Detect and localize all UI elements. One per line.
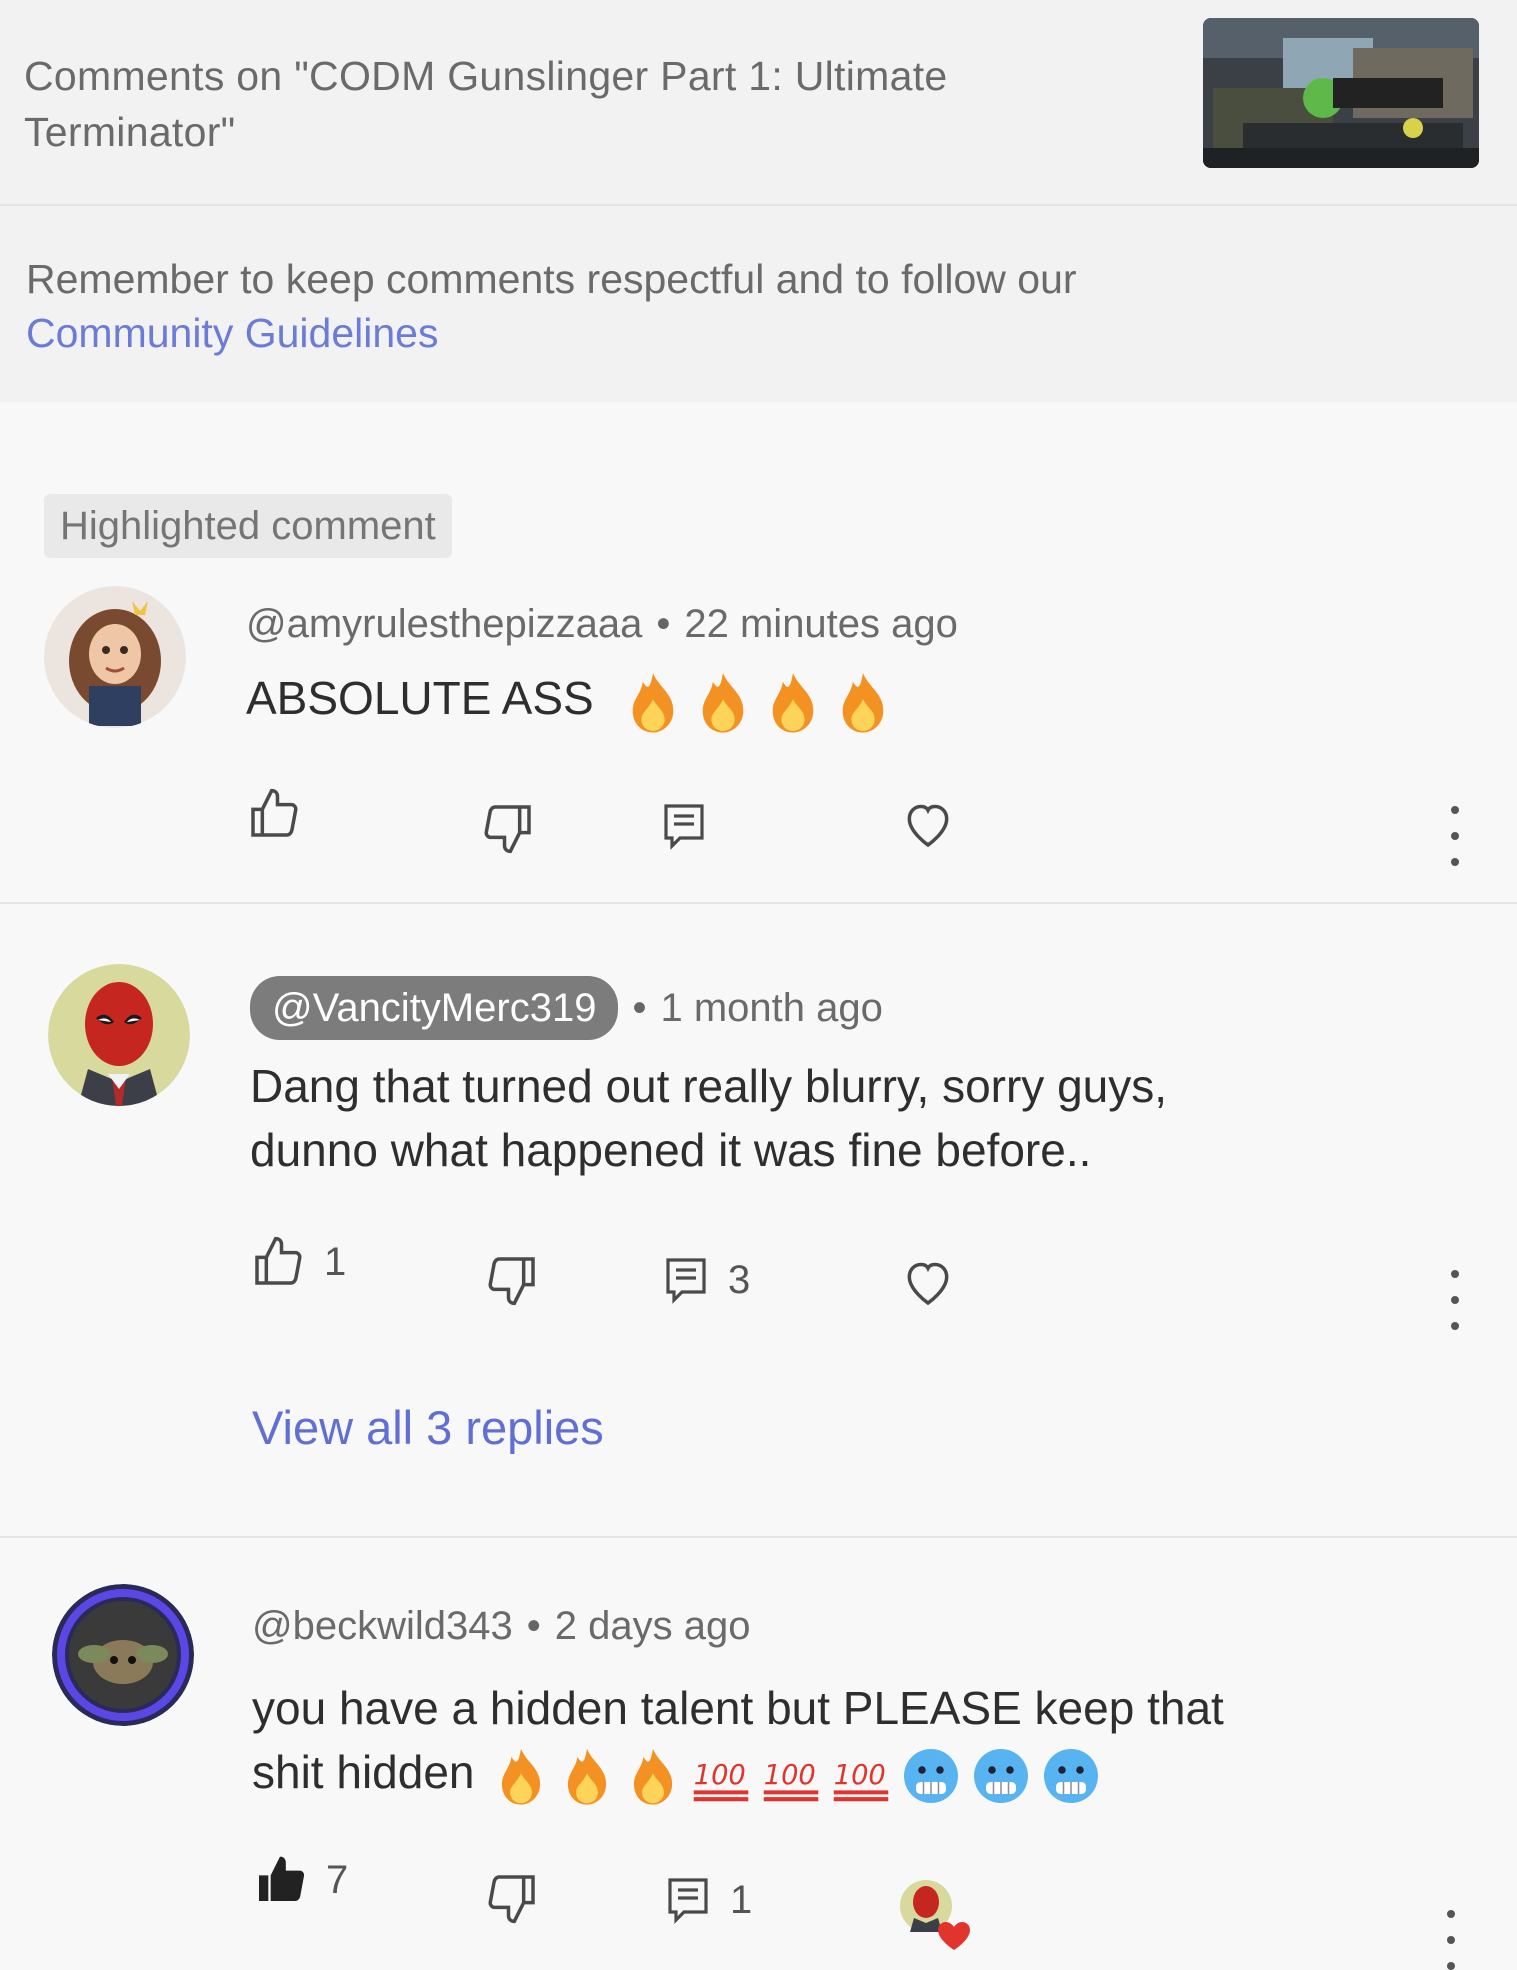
comment-text-body: shit hidden: [252, 1746, 475, 1798]
more-icon-dot: [1447, 1936, 1455, 1944]
comment-time: 1 month ago: [660, 986, 883, 1030]
fire-emoji-icon: [843, 672, 884, 733]
reply-icon: [666, 1258, 706, 1304]
more-icon-dot: [1451, 1270, 1459, 1278]
reply-button[interactable]: [660, 800, 708, 852]
like-count: 1: [324, 1239, 347, 1284]
fire-emoji-icon: [568, 1748, 607, 1805]
heart-button[interactable]: [900, 1254, 956, 1310]
fire-emoji-icon: [773, 672, 814, 733]
like-button[interactable]: 1: [250, 1234, 346, 1290]
hundred-points-emoji-icon: 100: [834, 1760, 889, 1802]
more-icon-dot: [1447, 1962, 1455, 1970]
separator-dot: •: [656, 602, 671, 646]
reply-count: 1: [730, 1877, 753, 1922]
like-button[interactable]: 7: [252, 1852, 348, 1908]
heart-icon: [907, 1262, 949, 1306]
more-icon-dot: [1451, 1322, 1459, 1330]
comment-author[interactable]: @amyrulesthepizzaaa: [246, 602, 642, 646]
creator-hearted-icon: [900, 1880, 970, 1950]
cold-face-emoji-icon: [904, 1748, 959, 1803]
svg-text:100: 100: [764, 1760, 816, 1791]
view-replies-link[interactable]: View all 3 replies: [252, 1400, 604, 1455]
comment-text-line-2: shit hidden 100 100 100: [252, 1740, 1472, 1806]
comment-time: 22 minutes ago: [684, 602, 958, 646]
cold-face-emoji-icon: [974, 1748, 1029, 1803]
avatar[interactable]: [52, 1584, 194, 1726]
guidelines-notice: Remember to keep comments respectful and…: [26, 252, 1326, 360]
emoji-group: 100 100 100: [493, 1746, 1101, 1806]
comments-page: Comments on "CODM Gunslinger Part 1: Ult…: [0, 0, 1517, 1970]
comment-text: ABSOLUTE ASS: [246, 666, 892, 734]
more-icon-dot: [1451, 1296, 1459, 1304]
reply-button[interactable]: 1: [664, 1874, 752, 1926]
hundred-points-emoji-icon: 100: [694, 1760, 749, 1802]
creator-handle-chip[interactable]: @VancityMerc319: [250, 976, 619, 1040]
thumbs-down-icon: [488, 1875, 535, 1924]
comment-text-line: dunno what happened it was fine before..: [250, 1124, 1092, 1176]
separator-dot: •: [526, 1604, 541, 1648]
page-title: Comments on "CODM Gunslinger Part 1: Ult…: [24, 53, 948, 155]
fire-emoji-icon: [633, 672, 674, 733]
heart-icon: [907, 804, 949, 848]
thumbs-down-icon: [488, 1257, 535, 1306]
like-button[interactable]: [246, 786, 302, 842]
more-options-button[interactable]: [1440, 806, 1470, 866]
comment-text: Dang that turned out really blurry, sorr…: [250, 1054, 1450, 1182]
comment-divider: [0, 1536, 1517, 1538]
header-divider: [0, 204, 1517, 206]
dislike-button[interactable]: [484, 1252, 540, 1308]
reply-button[interactable]: 3: [662, 1254, 750, 1306]
comment-text: you have a hidden talent but PLEASE keep…: [252, 1676, 1472, 1806]
more-icon-dot: [1451, 832, 1459, 840]
fire-emoji-icon: [502, 1748, 541, 1805]
thumbs-up-filled-icon: [259, 1856, 305, 1901]
comment-text-line: Dang that turned out really blurry, sorr…: [250, 1060, 1168, 1112]
thumbs-up-icon: [255, 1236, 302, 1285]
reply-count: 3: [728, 1257, 751, 1302]
avatar[interactable]: [48, 964, 190, 1106]
like-count: 7: [326, 1857, 349, 1902]
creator-heart-badge[interactable]: [896, 1876, 976, 1956]
thumbs-up-icon: [251, 788, 298, 837]
comment-author[interactable]: @beckwild343: [252, 1604, 513, 1648]
video-thumbnail[interactable]: [1203, 18, 1479, 168]
comment-divider: [0, 902, 1517, 904]
fire-emoji-icon: [703, 672, 744, 733]
highlighted-comment-label: Highlighted comment: [44, 494, 452, 558]
comment-meta: @amyrulesthepizzaaa • 22 minutes ago: [246, 596, 958, 652]
more-icon-dot: [1451, 858, 1459, 866]
more-icon-dot: [1447, 1910, 1455, 1918]
heart-button[interactable]: [900, 796, 956, 852]
community-guidelines-link[interactable]: Community Guidelines: [26, 306, 1326, 360]
guidelines-notice-text: Remember to keep comments respectful and…: [26, 256, 1077, 302]
hundred-points-emoji-icon: 100: [764, 1760, 819, 1802]
comment-text-body: ABSOLUTE ASS: [246, 672, 594, 724]
comment-time: 2 days ago: [554, 1604, 751, 1648]
separator-dot: •: [632, 986, 647, 1030]
reply-icon: [668, 1878, 708, 1924]
comment-meta: @VancityMerc319 • 1 month ago: [250, 976, 883, 1040]
reply-icon: [664, 804, 704, 850]
more-icon-dot: [1451, 806, 1459, 814]
comment-text-line: you have a hidden talent but PLEASE keep…: [252, 1682, 1224, 1734]
svg-text:100: 100: [694, 1760, 746, 1791]
fire-emoji-icon: [634, 1748, 673, 1805]
emoji-group: [624, 670, 892, 734]
avatar[interactable]: [44, 586, 186, 728]
comments-header: Comments on "CODM Gunslinger Part 1: Ult…: [0, 0, 1517, 402]
more-options-button[interactable]: [1436, 1910, 1466, 1970]
cold-face-emoji-icon: [1044, 1748, 1099, 1803]
comment-meta: @beckwild343 • 2 days ago: [252, 1598, 750, 1654]
dislike-button[interactable]: [480, 800, 536, 856]
more-options-button[interactable]: [1440, 1270, 1470, 1330]
thumbs-down-icon: [484, 805, 531, 854]
svg-text:100: 100: [834, 1760, 886, 1791]
dislike-button[interactable]: [484, 1870, 540, 1926]
